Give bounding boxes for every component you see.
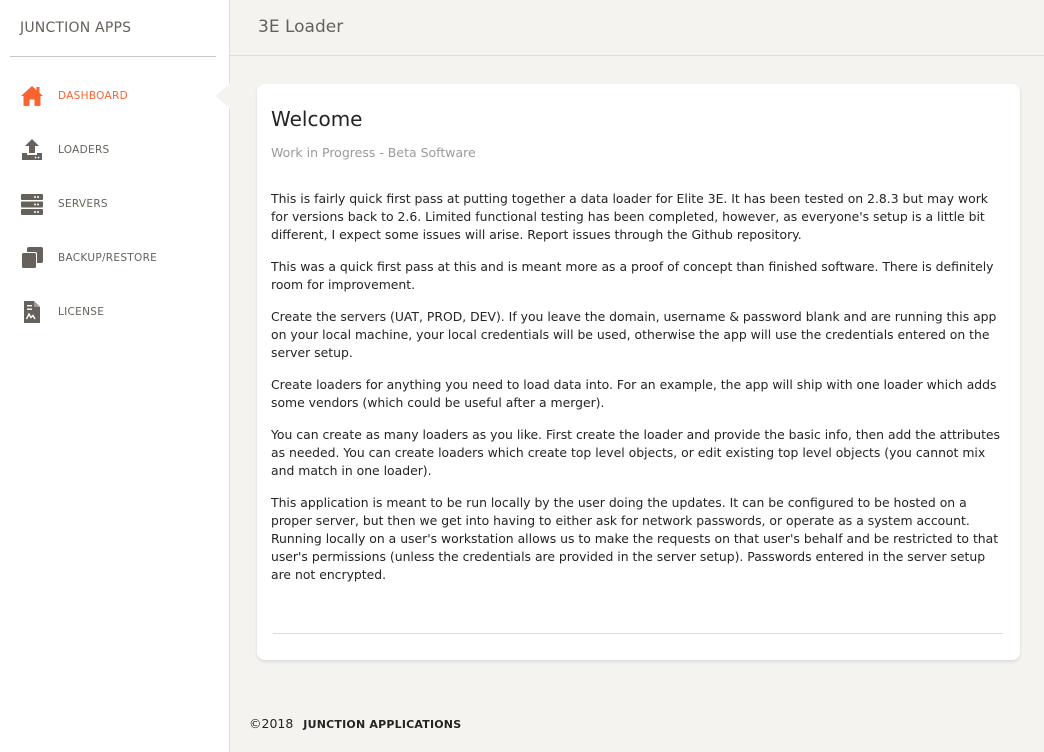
server-icon [21, 194, 43, 215]
copyright-text: ©2018 [249, 716, 294, 731]
sidebar-item-loaders[interactable]: LOADERS [0, 124, 229, 178]
upload-icon [22, 139, 42, 160]
sidebar-item-label: DASHBOARD [58, 90, 129, 102]
sidebar-item-dashboard[interactable]: DASHBOARD [0, 70, 230, 124]
sidebar-nav: DASHBOARD LOADERS SERVERS BACKUP/RESTORE… [0, 70, 230, 340]
paragraph: This was a quick first pass at this and … [271, 259, 994, 292]
card-body: This is fairly quick first pass at putti… [271, 190, 1007, 598]
home-icon [21, 86, 43, 106]
sidebar-item-license[interactable]: LICENSE [0, 286, 229, 340]
topbar: 3E Loader [230, 0, 1044, 56]
paragraph: This application is meant to be run loca… [271, 495, 999, 582]
paragraph: You can create as many loaders as you li… [271, 427, 1001, 478]
active-caret [215, 82, 230, 110]
sidebar-item-servers[interactable]: SERVERS [0, 178, 229, 232]
page-title[interactable]: 3E Loader [258, 17, 343, 37]
copy-icon [21, 247, 43, 269]
paragraph: This is fairly quick first pass at putti… [271, 191, 988, 242]
sidebar-item-backup-restore[interactable]: BACKUP/RESTORE [0, 232, 229, 286]
sidebar-item-label: LICENSE [58, 306, 105, 318]
paragraph: Create loaders for anything you need to … [271, 377, 997, 410]
footer: ©2018 JUNCTION APPLICATIONS [249, 716, 461, 731]
paragraph: Create the servers (UAT, PROD, DEV). If … [271, 309, 997, 360]
sidebar-item-label: BACKUP/RESTORE [58, 252, 158, 264]
sidebar-item-label: LOADERS [58, 144, 110, 156]
sidebar-item-label: SERVERS [58, 198, 108, 210]
card-title: Welcome [271, 107, 363, 131]
file-contract-icon [24, 301, 40, 323]
sidebar: JUNCTION APPS DASHBOARD LOADERS SERVERS … [0, 0, 230, 752]
card-subtitle: Work in Progress - Beta Software [271, 145, 476, 160]
welcome-card: Welcome Work in Progress - Beta Software… [257, 84, 1020, 660]
card-divider [273, 633, 1003, 634]
brand-name[interactable]: JUNCTION APPS [20, 20, 131, 36]
brand: JUNCTION APPS [10, 0, 216, 57]
company-link[interactable]: JUNCTION APPLICATIONS [303, 718, 461, 731]
